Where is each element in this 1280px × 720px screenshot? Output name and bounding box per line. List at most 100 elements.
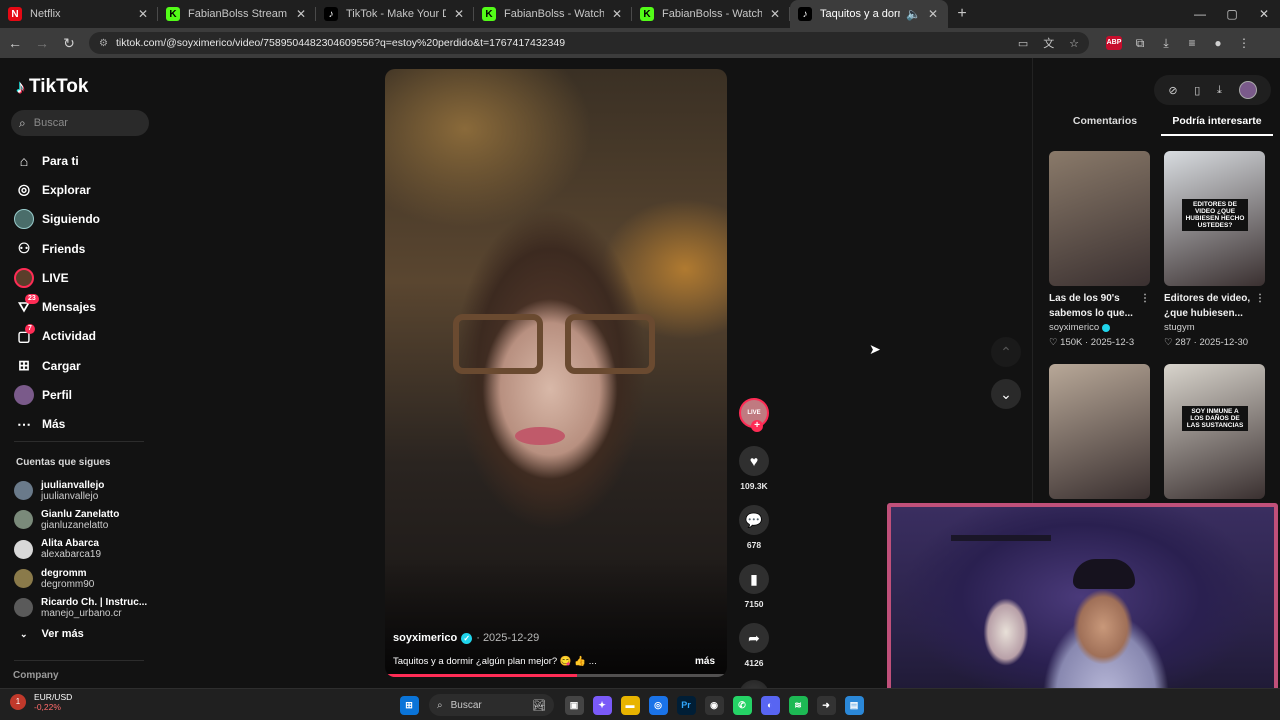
following-account[interactable]: Alita Abarca alexabarca19 — [14, 535, 147, 564]
caption-more-button[interactable]: más — [695, 656, 715, 667]
app-icon[interactable]: ➜ — [816, 695, 836, 715]
tab-comments[interactable]: Comentarios — [1049, 115, 1161, 136]
video-thumbnail[interactable] — [1049, 364, 1150, 499]
browser-tab[interactable]: N Netflix ✕ — [0, 0, 158, 28]
close-tab-icon[interactable]: ✕ — [452, 7, 466, 21]
nav-item-friends[interactable]: ⚇ Friends — [14, 234, 100, 263]
video-author[interactable]: soyximerico — [1049, 322, 1150, 333]
coins-icon[interactable]: ⊘ — [1168, 84, 1177, 97]
search-input[interactable]: ⌕ Buscar — [11, 110, 149, 136]
nav-item-mensajes[interactable]: ⛛ 23 Mensajes — [14, 292, 100, 321]
bookmark-star-icon[interactable]: ☆ — [1069, 38, 1079, 50]
nav-item-perfil[interactable]: Perfil — [14, 380, 100, 409]
user-avatar[interactable] — [1238, 81, 1257, 99]
file-explorer-icon[interactable]: ▬ — [620, 695, 640, 715]
close-tab-icon[interactable]: ✕ — [610, 7, 624, 21]
adblock-icon[interactable]: ABP — [1106, 35, 1122, 50]
follow-plus-icon[interactable]: + — [751, 420, 763, 432]
notepad-icon[interactable]: ▤ — [844, 695, 864, 715]
close-window-icon[interactable]: ✕ — [1248, 0, 1280, 28]
recommended-video-card[interactable]: EDITORES DE VIDEO ¿QUE HUBIESEN HECHO US… — [1164, 151, 1265, 348]
spotify-icon[interactable]: ≋ — [788, 695, 808, 715]
creator-avatar[interactable]: LIVE + — [739, 398, 769, 432]
comment-count: 678 — [746, 540, 762, 550]
video-thumbnail[interactable] — [1049, 151, 1150, 286]
following-account[interactable]: Gianlu Zanelatto gianluzanelatto — [14, 505, 147, 534]
previous-video-button[interactable]: ⌃ — [991, 337, 1021, 367]
download-icon[interactable]: ⤓ — [1153, 36, 1179, 51]
video-progress-bar[interactable] — [385, 674, 727, 677]
close-tab-icon[interactable]: ✕ — [926, 7, 940, 21]
cast-icon[interactable]: ▭ — [1018, 38, 1028, 50]
see-more-button[interactable]: ⌄ Ver más — [20, 628, 84, 640]
video-author[interactable]: soyximerico ✓ · 2025-12-29 — [393, 632, 539, 644]
company-link[interactable]: Company — [13, 670, 59, 681]
menu-icon[interactable]: ⋮ — [1231, 36, 1257, 51]
video-title[interactable]: Las de los 90's sabemos lo que... ⋮ — [1049, 291, 1150, 321]
video-author[interactable]: stugym — [1164, 322, 1265, 333]
translate-icon[interactable]: 文 — [1043, 38, 1054, 50]
back-icon[interactable]: ← — [3, 35, 27, 51]
taskbar-search[interactable]: ⌕ Buscar 🏞 — [429, 694, 554, 716]
more-options-icon[interactable]: ⋮ — [1140, 291, 1150, 306]
maximize-icon[interactable]: ▢ — [1216, 0, 1248, 28]
copilot-icon[interactable]: ✦ — [592, 695, 612, 715]
profile-icon[interactable]: ● — [1205, 36, 1231, 51]
close-tab-icon[interactable]: ✕ — [768, 7, 782, 21]
video-player[interactable]: soyximerico ✓ · 2025-12-29 Taquitos y a … — [385, 69, 727, 677]
following-account[interactable]: degromm degromm90 — [14, 564, 147, 593]
comment-button[interactable]: 💬 — [739, 505, 769, 535]
verified-icon: ✓ — [461, 632, 473, 644]
ticker-widget[interactable]: 1 EUR/USD -0,22% — [10, 692, 72, 712]
windows-start-icon[interactable]: ⊞ — [399, 695, 419, 715]
browser-tab[interactable]: K FabianBolss Stream - Watch Live ✕ — [158, 0, 316, 28]
tab-recommended[interactable]: Podría interesarte — [1161, 115, 1273, 136]
browser-tab[interactable]: ♪ TikTok - Make Your Day ✕ — [316, 0, 474, 28]
following-account[interactable]: juulianvallejo juulianvallejo — [14, 476, 147, 505]
whatsapp-icon[interactable]: ✆ — [732, 695, 752, 715]
task-view-icon[interactable]: ▣ — [564, 695, 584, 715]
close-tab-icon[interactable]: ✕ — [294, 7, 308, 21]
premiere-icon[interactable]: Pr — [676, 695, 696, 715]
browser-tab[interactable]: K FabianBolss - Watch clips on Kick ✕ — [632, 0, 790, 28]
speaker-icon[interactable]: 🔈 — [906, 7, 921, 21]
video-title[interactable]: Editores de video, ¿que hubiesen... ⋮ — [1164, 291, 1265, 321]
video-thumbnail[interactable]: EDITORES DE VIDEO ¿QUE HUBIESEN HECHO US… — [1164, 151, 1265, 286]
nav-item-m-s[interactable]: ⋯ Más — [14, 410, 100, 439]
discord-icon[interactable]: ◐ — [760, 695, 780, 715]
recommended-video-card[interactable]: Las de los 90's sabemos lo que... ⋮ soyxim… — [1049, 151, 1150, 348]
following-account[interactable]: Ricardo Ch. | Instruc... manejo_urbano.cr — [14, 593, 147, 622]
device-icon[interactable]: ▯ — [1194, 84, 1200, 97]
save-button[interactable]: ▮ — [739, 564, 769, 594]
next-video-button[interactable]: ⌄ — [991, 379, 1021, 409]
share-button[interactable]: ➦ — [739, 623, 769, 653]
obs-icon[interactable]: ◉ — [704, 695, 724, 715]
nav-item-explorar[interactable]: ◎ Explorar — [14, 175, 100, 204]
nav-item-live[interactable]: LIVE — [14, 263, 100, 292]
recommended-video-card[interactable] — [1049, 364, 1150, 499]
nav-item-para-ti[interactable]: ⌂ Para ti — [14, 146, 100, 175]
close-tab-icon[interactable]: ✕ — [136, 7, 150, 21]
reload-icon[interactable]: ↻ — [57, 35, 81, 52]
address-bar[interactable]: ⚙ tiktok.com/@soyximerico/video/75895044… — [89, 32, 1089, 54]
sidebar-divider — [14, 441, 144, 442]
minimize-icon[interactable]: — — [1184, 0, 1216, 28]
nav-item-siguiendo[interactable]: Siguiendo — [14, 205, 100, 234]
new-tab-icon[interactable]: + — [948, 5, 976, 23]
extensions-icon[interactable]: ⧉ — [1127, 36, 1153, 51]
profile-icon — [14, 385, 34, 406]
forward-icon[interactable]: → — [30, 35, 54, 51]
nav-item-actividad[interactable]: ▢ 7 Actividad — [14, 322, 100, 351]
browser-tab[interactable]: ♪ Taquitos y a dormir: el mejor 🔈 ✕ — [790, 0, 948, 28]
like-button[interactable]: ♥ — [739, 446, 769, 476]
chrome-icon[interactable]: ◎ — [648, 695, 668, 715]
recommended-video-card[interactable]: SOY INMUNE A LOS DAÑOS DE LAS SUSTANCIAS — [1164, 364, 1265, 499]
media-icon[interactable]: ≡ — [1179, 36, 1205, 51]
tiktok-logo[interactable]: ♪ TikTok — [16, 76, 88, 98]
site-info-icon[interactable]: ⚙ — [99, 38, 108, 49]
download-app-icon[interactable]: ⤓ — [1217, 84, 1222, 97]
nav-item-cargar[interactable]: ⊞ Cargar — [14, 351, 100, 380]
browser-tab[interactable]: K FabianBolss - Watch clips on Kick ✕ — [474, 0, 632, 28]
more-options-icon[interactable]: ⋮ — [1255, 291, 1265, 306]
video-thumbnail[interactable]: SOY INMUNE A LOS DAÑOS DE LAS SUSTANCIAS — [1164, 364, 1265, 499]
